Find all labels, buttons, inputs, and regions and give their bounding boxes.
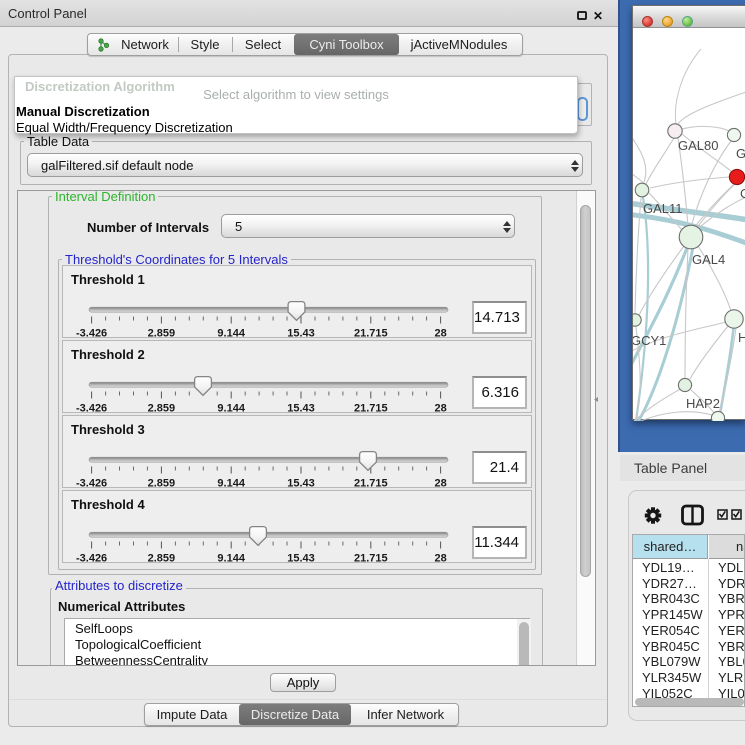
svg-text:15.43: 15.43 — [287, 328, 315, 340]
svg-text:28: 28 — [434, 328, 446, 340]
svg-text:9.144: 9.144 — [217, 553, 245, 565]
svg-text:2.859: 2.859 — [148, 403, 176, 415]
svg-text:HA: HA — [738, 330, 745, 345]
svg-text:28: 28 — [434, 403, 446, 415]
svg-text:GAL11: GAL11 — [643, 201, 683, 216]
svg-text:2.859: 2.859 — [148, 478, 176, 490]
svg-text:21.715: 21.715 — [354, 403, 388, 415]
svg-text:9.144: 9.144 — [217, 478, 245, 490]
svg-text:HAP2: HAP2 — [686, 396, 720, 411]
svg-text:15.43: 15.43 — [287, 553, 315, 565]
svg-text:9.144: 9.144 — [217, 403, 245, 415]
svg-text:2.859: 2.859 — [148, 553, 176, 565]
svg-text:GCY1: GCY1 — [633, 333, 666, 348]
svg-text:-3.426: -3.426 — [76, 328, 107, 340]
svg-text:-3.426: -3.426 — [76, 478, 107, 490]
svg-text:15.43: 15.43 — [287, 478, 315, 490]
svg-text:28: 28 — [434, 553, 446, 565]
svg-text:2.859: 2.859 — [148, 328, 176, 340]
svg-text:-3.426: -3.426 — [76, 403, 107, 415]
svg-text:28: 28 — [434, 478, 446, 490]
svg-text:-3.426: -3.426 — [76, 553, 107, 565]
svg-text:21.715: 21.715 — [354, 553, 388, 565]
svg-text:15.43: 15.43 — [287, 403, 315, 415]
svg-text:GAL80: GAL80 — [678, 138, 718, 153]
svg-text:GAL4: GAL4 — [692, 252, 725, 267]
svg-text:9.144: 9.144 — [217, 328, 245, 340]
svg-text:21.715: 21.715 — [354, 478, 388, 490]
svg-text:C: C — [740, 186, 745, 201]
svg-text:GA: GA — [736, 146, 745, 161]
svg-text:21.715: 21.715 — [354, 328, 388, 340]
